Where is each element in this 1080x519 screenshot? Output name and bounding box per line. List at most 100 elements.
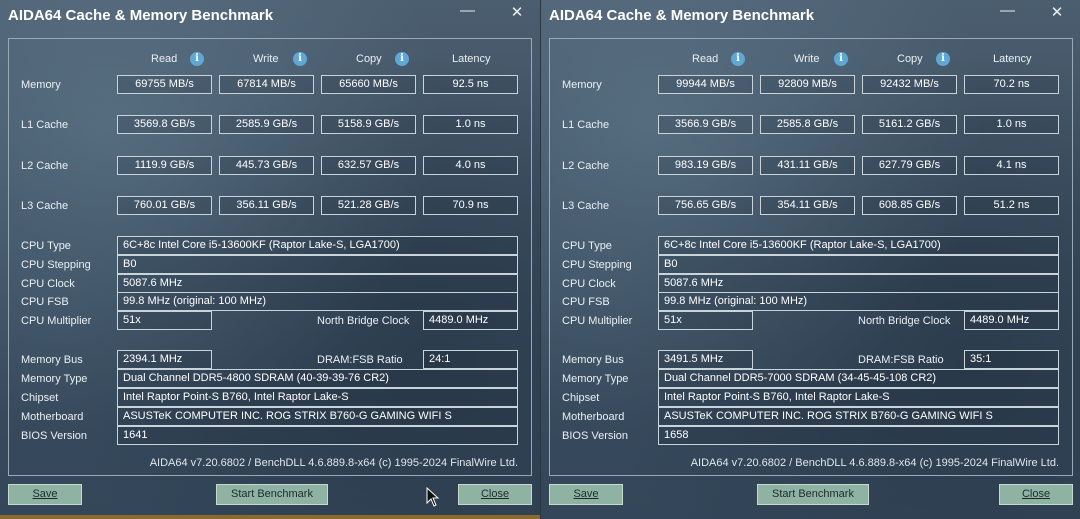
window-title: AIDA64 Cache & Memory Benchmark bbox=[8, 7, 274, 24]
info-icon[interactable]: i bbox=[936, 52, 950, 66]
row-label-l3: L3 Cache bbox=[562, 200, 610, 212]
cpu-type-label: CPU Type bbox=[21, 240, 71, 252]
cpu-clock-label: CPU Clock bbox=[21, 278, 75, 290]
row-label-l1: L1 Cache bbox=[21, 119, 69, 131]
cpu-type-label: CPU Type bbox=[562, 240, 612, 252]
l2-write-value: 431.11 GB/s bbox=[760, 156, 855, 175]
row-label-l3: L3 Cache bbox=[21, 200, 69, 212]
l2-copy-value: 632.57 GB/s bbox=[321, 156, 416, 175]
l2-read-value: 983.19 GB/s bbox=[658, 156, 753, 175]
l1-latency-value: 1.0 ns bbox=[423, 115, 518, 134]
close-button-label: Close bbox=[480, 488, 510, 500]
row-label-l2: L2 Cache bbox=[21, 160, 69, 172]
memory-type-value: Dual Channel DDR5-7000 SDRAM (34-45-45-1… bbox=[658, 369, 1059, 388]
north-bridge-value: 4489.0 MHz bbox=[423, 311, 518, 330]
dram-fsb-label: DRAM:FSB Ratio bbox=[858, 354, 944, 366]
start-benchmark-button[interactable]: Start Benchmark bbox=[757, 484, 869, 505]
header-read: Read bbox=[692, 53, 719, 65]
l2-latency-value: 4.0 ns bbox=[423, 156, 518, 175]
save-button-label: Save bbox=[573, 488, 599, 500]
info-icon[interactable]: i bbox=[190, 52, 204, 66]
cpu-stepping-value: B0 bbox=[117, 255, 518, 274]
l1-write-value: 2585.8 GB/s bbox=[760, 115, 855, 134]
benchmark-window-right: AIDA64 Cache & Memory Benchmark — ✕ Read… bbox=[540, 0, 1080, 519]
memory-write-value: 92809 MB/s bbox=[760, 75, 855, 94]
cpu-type-value: 6C+8c Intel Core i5-13600KF (Raptor Lake… bbox=[117, 236, 518, 255]
mouse-pointer-icon bbox=[426, 487, 440, 507]
cpu-clock-value: 5087.6 MHz bbox=[658, 274, 1059, 293]
memory-latency-value: 70.2 ns bbox=[964, 75, 1059, 94]
l2-write-value: 445.73 GB/s bbox=[219, 156, 314, 175]
cpu-type-value: 6C+8c Intel Core i5-13600KF (Raptor Lake… bbox=[658, 236, 1059, 255]
info-icon[interactable]: i bbox=[395, 52, 409, 66]
memory-latency-value: 92.5 ns bbox=[423, 75, 518, 94]
north-bridge-label: North Bridge Clock bbox=[858, 315, 951, 327]
save-button[interactable]: Save bbox=[549, 484, 623, 505]
memory-bus-label: Memory Bus bbox=[562, 354, 624, 366]
save-button-label: Save bbox=[32, 488, 58, 500]
close-icon[interactable]: ✕ bbox=[510, 5, 524, 20]
cpu-fsb-label: CPU FSB bbox=[562, 296, 610, 308]
cpu-fsb-value: 99.8 MHz (original: 100 MHz) bbox=[658, 292, 1059, 311]
row-label-l2: L2 Cache bbox=[562, 160, 610, 172]
memory-type-label: Memory Type bbox=[21, 373, 88, 385]
header-write: Write bbox=[253, 53, 279, 65]
l3-copy-value: 521.28 GB/s bbox=[321, 196, 416, 215]
chipset-value: Intel Raptor Point-S B760, Intel Raptor … bbox=[117, 388, 518, 407]
cpu-clock-value: 5087.6 MHz bbox=[117, 274, 518, 293]
motherboard-label: Motherboard bbox=[562, 411, 625, 423]
cpu-stepping-value: B0 bbox=[658, 255, 1059, 274]
l1-read-value: 3566.9 GB/s bbox=[658, 115, 753, 134]
l2-copy-value: 627.79 GB/s bbox=[862, 156, 957, 175]
taskbar-strip bbox=[0, 515, 540, 519]
footer-copyright: AIDA64 v7.20.6802 / BenchDLL 4.6.889.8-x… bbox=[690, 457, 1059, 469]
memory-bus-value: 3491.5 MHz bbox=[658, 350, 753, 369]
l3-write-value: 356.11 GB/s bbox=[219, 196, 314, 215]
save-button[interactable]: Save bbox=[8, 484, 82, 505]
info-icon[interactable]: i bbox=[834, 52, 848, 66]
l3-write-value: 354.11 GB/s bbox=[760, 196, 855, 215]
l3-copy-value: 608.85 GB/s bbox=[862, 196, 957, 215]
bios-value: 1658 bbox=[658, 426, 1059, 445]
benchmark-window-left: AIDA64 Cache & Memory Benchmark — ✕ Read… bbox=[0, 0, 540, 519]
l1-read-value: 3569.8 GB/s bbox=[117, 115, 212, 134]
close-button[interactable]: Close bbox=[458, 484, 532, 505]
memory-type-value: Dual Channel DDR5-4800 SDRAM (40-39-39-7… bbox=[117, 369, 518, 388]
start-benchmark-button[interactable]: Start Benchmark bbox=[216, 484, 328, 505]
cpu-multiplier-value: 51x bbox=[117, 311, 212, 330]
l1-write-value: 2585.9 GB/s bbox=[219, 115, 314, 134]
header-copy: Copy bbox=[897, 53, 923, 65]
header-copy: Copy bbox=[356, 53, 382, 65]
row-label-l1: L1 Cache bbox=[562, 119, 610, 131]
north-bridge-label: North Bridge Clock bbox=[317, 315, 410, 327]
cpu-stepping-label: CPU Stepping bbox=[562, 259, 632, 271]
header-write: Write bbox=[794, 53, 820, 65]
header-latency: Latency bbox=[993, 53, 1032, 65]
bios-value: 1641 bbox=[117, 426, 518, 445]
header-read: Read bbox=[151, 53, 178, 65]
info-icon[interactable]: i bbox=[293, 52, 307, 66]
memory-read-value: 99944 MB/s bbox=[658, 75, 753, 94]
bios-label: BIOS Version bbox=[21, 430, 88, 442]
close-button[interactable]: Close bbox=[999, 484, 1073, 505]
info-icon[interactable]: i bbox=[731, 52, 745, 66]
cpu-fsb-value: 99.8 MHz (original: 100 MHz) bbox=[117, 292, 518, 311]
close-icon[interactable]: ✕ bbox=[1050, 5, 1064, 20]
dram-fsb-value: 35:1 bbox=[964, 350, 1059, 369]
header-latency: Latency bbox=[452, 53, 491, 65]
cpu-fsb-label: CPU FSB bbox=[21, 296, 69, 308]
motherboard-value: ASUSTeK COMPUTER INC. ROG STRIX B760-G G… bbox=[658, 407, 1059, 426]
minimize-icon[interactable]: — bbox=[1000, 3, 1015, 18]
row-label-memory: Memory bbox=[21, 79, 61, 91]
memory-bus-label: Memory Bus bbox=[21, 354, 83, 366]
chipset-label: Chipset bbox=[562, 392, 600, 404]
row-label-memory: Memory bbox=[562, 79, 602, 91]
minimize-icon[interactable]: — bbox=[460, 3, 475, 18]
close-button-label: Close bbox=[1021, 488, 1051, 500]
l1-copy-value: 5161.2 GB/s bbox=[862, 115, 957, 134]
memory-type-label: Memory Type bbox=[562, 373, 629, 385]
chipset-value: Intel Raptor Point-S B760, Intel Raptor … bbox=[658, 388, 1059, 407]
memory-bus-value: 2394.1 MHz bbox=[117, 350, 212, 369]
dram-fsb-label: DRAM:FSB Ratio bbox=[317, 354, 403, 366]
l3-read-value: 760.01 GB/s bbox=[117, 196, 212, 215]
